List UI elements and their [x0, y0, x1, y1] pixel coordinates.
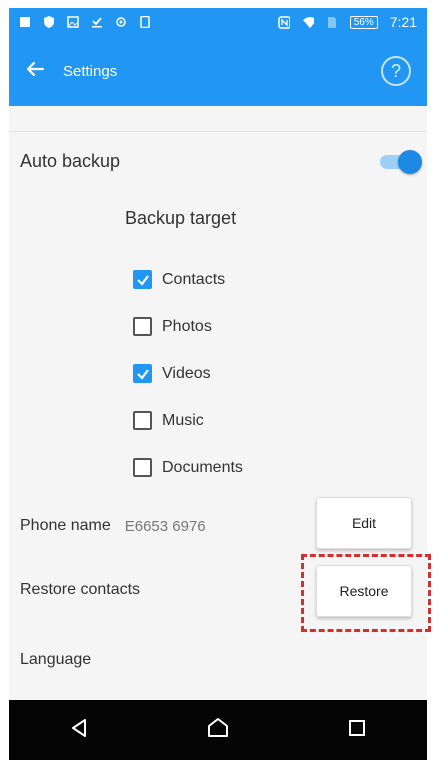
restore-contacts-label: Restore contacts [20, 581, 141, 598]
circle-icon [115, 16, 127, 28]
toggle-thumb [398, 150, 422, 174]
help-button[interactable]: ? [381, 56, 411, 86]
checkbox-contacts[interactable] [133, 270, 152, 289]
arrow-left-icon [25, 59, 45, 84]
checkbox-photos[interactable] [133, 317, 152, 336]
wifi-icon [302, 16, 314, 28]
image-icon [67, 16, 79, 28]
recents-square-icon [347, 718, 367, 743]
nav-back-button[interactable] [54, 705, 104, 755]
checkbox-label: Photos [162, 317, 212, 335]
checkbox-label: Music [162, 411, 204, 429]
checkbox-music[interactable] [133, 411, 152, 430]
checkbox-item-photos[interactable]: Photos [133, 303, 243, 350]
checkbox-label: Contacts [162, 270, 226, 288]
phone-icon [139, 16, 151, 28]
back-triangle-icon [68, 717, 90, 744]
auto-backup-row: Auto backup [20, 144, 422, 178]
checkbox-label: Documents [162, 458, 243, 476]
shield-icon [43, 16, 55, 28]
checkbox-item-contacts[interactable]: Contacts [133, 256, 243, 303]
status-bar: 56% 7:21 [9, 8, 427, 36]
settings-content: Auto backup Backup target Contacts Photo… [9, 106, 431, 700]
checkbox-label: Videos [162, 364, 211, 382]
notification-icon [19, 16, 31, 28]
battery-indicator: 56% [349, 15, 378, 29]
download-icon [91, 16, 103, 28]
app-bar: Settings ? [9, 36, 427, 106]
check-icon [136, 274, 149, 286]
phone-name-value: E6653 6976 [124, 517, 206, 535]
home-icon [206, 716, 230, 745]
checkbox-item-music[interactable]: Music [133, 397, 243, 444]
nav-recents-button[interactable] [332, 705, 382, 755]
checkbox-item-documents[interactable]: Documents [133, 444, 243, 491]
backup-target-title: Backup target [125, 208, 237, 228]
restore-button[interactable]: Restore [316, 565, 412, 617]
auto-backup-toggle[interactable] [378, 149, 422, 174]
nfc-icon [277, 15, 290, 29]
nav-home-button[interactable] [193, 705, 243, 755]
checkbox-item-videos[interactable]: Videos [133, 350, 243, 397]
navigation-bar [9, 700, 427, 760]
checkbox-documents[interactable] [133, 458, 152, 477]
help-circle-icon: ? [390, 60, 401, 81]
auto-backup-label: Auto backup [20, 150, 121, 171]
clock: 7:21 [389, 14, 417, 30]
page-title: Settings [63, 62, 118, 80]
check-icon [136, 368, 149, 380]
phone-name-label: Phone name [20, 517, 111, 534]
back-button[interactable] [13, 49, 57, 93]
language-row[interactable]: Language [20, 651, 91, 669]
sim-icon [326, 16, 338, 28]
checkbox-videos[interactable] [133, 364, 152, 383]
divider [9, 131, 427, 132]
edit-button[interactable]: Edit [316, 497, 412, 549]
backup-target-list: Contacts Photos Videos Music Documents [133, 256, 243, 491]
